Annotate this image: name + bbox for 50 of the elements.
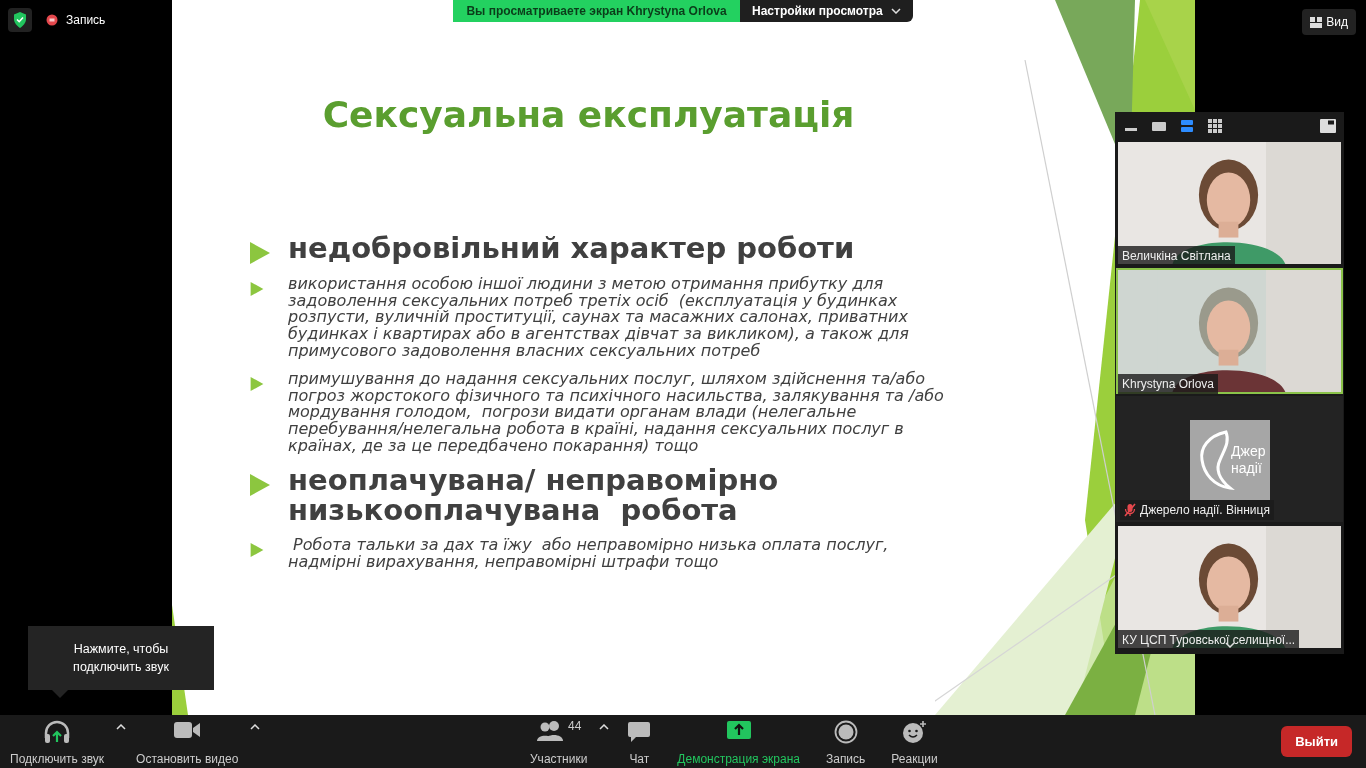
smiley-plus-icon xyxy=(901,719,928,744)
share-button[interactable]: Демонстрация экрана xyxy=(669,715,808,768)
caret-icon[interactable] xyxy=(250,723,261,730)
participants-button[interactable]: 44 Участники xyxy=(522,715,596,768)
video-camera-icon xyxy=(173,719,202,740)
recording-indicator[interactable]: Запись xyxy=(46,11,106,29)
participant-name: Khrystyna Orlova xyxy=(1118,374,1219,394)
headphones-icon xyxy=(43,719,72,744)
share-screen-icon xyxy=(725,719,752,740)
pop-out-icon[interactable] xyxy=(1320,119,1336,133)
participant-name: Величкіна Світлана xyxy=(1118,246,1235,266)
triangle-bullet-icon xyxy=(250,474,270,497)
chevron-down-icon[interactable] xyxy=(890,8,901,14)
caret-icon[interactable] xyxy=(116,723,127,730)
participant-count: 44 xyxy=(568,719,582,732)
triangle-bullet-icon xyxy=(250,242,270,264)
caret-icon[interactable] xyxy=(599,723,610,730)
bullet-text: Робота тальки за дах та їжу або неправомірно низька оплата послуг, надмірні вирахування, неправомірні штрафи тощо xyxy=(288,537,890,571)
strip-view-icon[interactable] xyxy=(1179,118,1195,134)
muted-mic-icon xyxy=(1124,503,1136,517)
chat-button[interactable]: Чат xyxy=(619,715,660,768)
leave-button[interactable]: Выйти xyxy=(1281,725,1352,758)
slide-title: Сексуальна експлуатація xyxy=(321,93,856,137)
bullet-heading: неоплачувана/ неправомірно низькооплачувана робота xyxy=(288,466,780,526)
participant-name: КУ ЦСП Туровської селищної... xyxy=(1118,630,1300,650)
security-shield-icon[interactable] xyxy=(8,8,32,32)
view-button[interactable]: Вид xyxy=(1302,9,1356,35)
bullet-heading: недобровільний характер роботи xyxy=(288,234,855,264)
record-icon xyxy=(833,719,858,744)
record-dot-icon xyxy=(46,14,58,26)
people-icon xyxy=(536,719,564,742)
logo-text: надії xyxy=(1231,460,1262,478)
logo-text: Джер xyxy=(1231,442,1266,460)
participant-name: Джерело надії. Вінниця xyxy=(1120,500,1274,520)
triangle-bullet-icon xyxy=(250,377,264,392)
tooltip-pointer-icon xyxy=(52,690,68,698)
reactions-button[interactable]: Реакции xyxy=(883,715,946,768)
triangle-bullet-icon xyxy=(250,543,264,558)
chat-bubble-icon xyxy=(627,719,652,744)
record-button[interactable]: Запись xyxy=(817,715,874,768)
audio-button[interactable]: Подключить звук xyxy=(2,715,113,768)
tooltip: Нажмите, чтобы подключить звук xyxy=(28,626,214,690)
bullet-text: використання особою іншої людини з метою отримання прибутку для задоволення сексуальних потреб третіх осіб (експлуатація у будинках розпусти, вуличній проституції, саунах та масажних салонах, приватних будинках і квартирах або в агентствах дівчат за викликом), а також для примусового задоволення власних сексуальних потреб xyxy=(288,276,910,360)
bullet-text: примушування до надання сексуальних послуг, шляхом здійснення та/або погроз жорстокого фізичного та психічного насильства, залякування та /або мордування голодом, погрози видати органам влади (нелегальне перебування/нелегальна робота в країні, надання сексуальних послуг в країнах, де за це передбачено покарання) тощо xyxy=(288,371,945,455)
view-options-dropdown[interactable]: Настройки просмотра xyxy=(740,0,913,22)
grid-icon xyxy=(1310,16,1323,28)
video-button[interactable]: Остановить видео xyxy=(128,715,247,768)
screen-share-status: Вы просматриваете экран Khrystyna Orlova xyxy=(453,0,740,22)
grid-view-icon[interactable] xyxy=(1207,118,1223,134)
triangle-bullet-icon xyxy=(250,282,264,296)
